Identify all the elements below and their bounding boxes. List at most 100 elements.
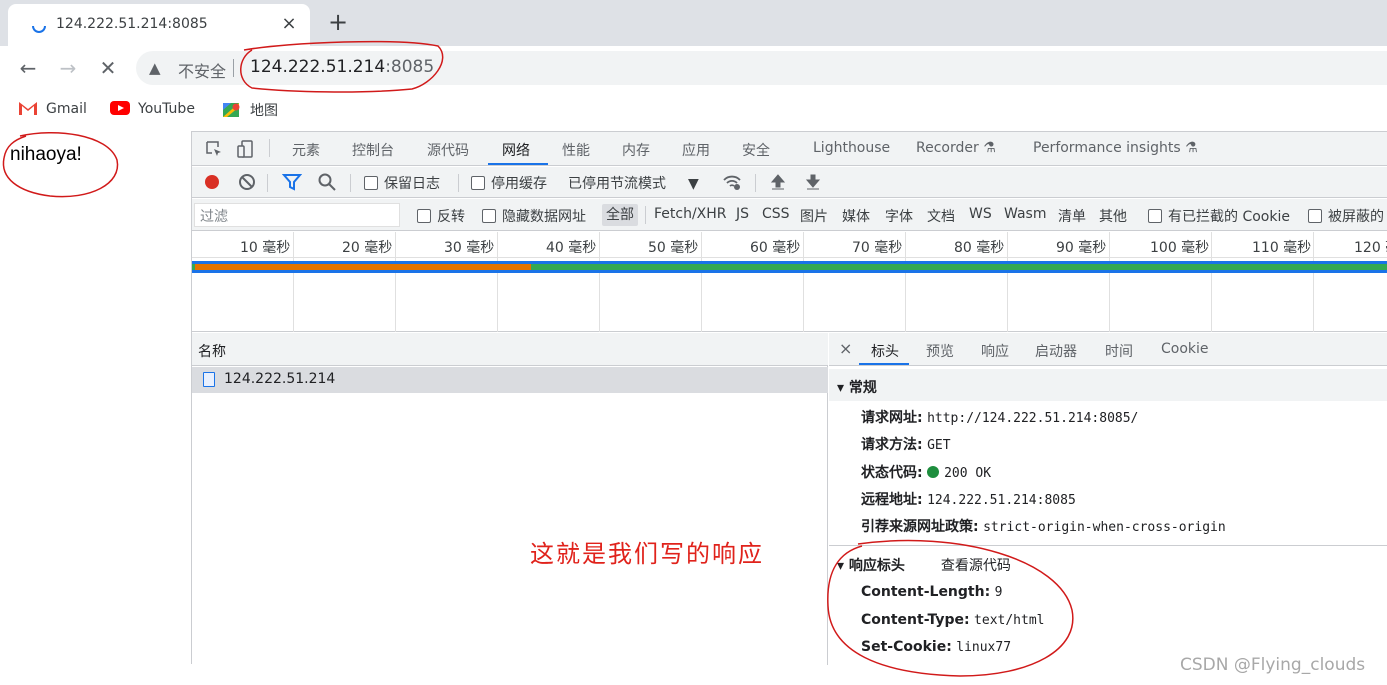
stop-button[interactable]: ✕ — [94, 54, 122, 82]
filter-icon[interactable] — [282, 172, 302, 192]
import-har-icon[interactable] — [768, 172, 788, 192]
tab-cookies[interactable]: Cookie — [1161, 341, 1209, 357]
new-tab-button[interactable]: + — [325, 9, 351, 35]
filter-type-media[interactable]: 媒体 — [842, 206, 870, 226]
export-har-icon[interactable] — [803, 172, 823, 192]
blocked-cookies-checkbox[interactable]: 有已拦截的 Cookie — [1148, 206, 1290, 226]
chevron-down-icon: ▼ — [688, 176, 699, 192]
tab-performance[interactable]: 性能 — [562, 140, 590, 160]
tab-preview[interactable]: 预览 — [926, 341, 954, 361]
record-icon[interactable] — [202, 172, 222, 192]
timeline-gridline — [701, 232, 702, 332]
tab-response[interactable]: 响应 — [981, 341, 1009, 361]
filter-type-other[interactable]: 其他 — [1099, 206, 1127, 226]
disable-cache-label: 停用缓存 — [491, 176, 547, 192]
network-conditions-icon[interactable] — [722, 172, 742, 192]
bookmarks-bar: Gmail YouTube 地图 — [0, 90, 1387, 128]
search-icon[interactable] — [317, 172, 337, 192]
tab-sources[interactable]: 源代码 — [427, 140, 469, 160]
inspect-element-icon[interactable] — [204, 139, 224, 159]
checkbox-box — [364, 176, 378, 190]
checkbox-box — [482, 209, 496, 223]
bookmark-gmail[interactable]: Gmail — [18, 100, 87, 117]
status-row: 状态代码: 200 OK — [861, 462, 991, 482]
browser-toolbar: ← → ✕ ▲ 不安全 124.222.51.214:8085 — [0, 46, 1387, 90]
url-host: 124.222.51.214 — [250, 57, 386, 77]
tab-console[interactable]: 控制台 — [352, 140, 394, 160]
throttling-select[interactable]: 已停用节流模式 ▼ — [568, 173, 699, 193]
timeline-header: 10 毫秒 20 毫秒 30 毫秒 40 毫秒 50 毫秒 60 毫秒 70 毫… — [192, 232, 1387, 258]
timeline-label: 30 毫秒 — [444, 240, 495, 256]
response-headers-title: 响应标头 — [848, 558, 905, 574]
timeline-label: 80 毫秒 — [954, 240, 1005, 256]
bookmark-label: Gmail — [46, 101, 87, 117]
invert-label: 反转 — [437, 209, 465, 225]
warning-icon[interactable]: ▲ — [149, 59, 161, 77]
filter-type-ws[interactable]: WS — [969, 206, 992, 222]
method-row: 请求方法: GET — [861, 434, 951, 454]
tab-recorder[interactable]: Recorder ⚗ — [916, 140, 996, 156]
general-section-header[interactable]: ▾ 常规 — [829, 369, 1387, 401]
address-bar[interactable]: ▲ 不安全 124.222.51.214:8085 — [136, 51, 1387, 85]
response-headers-section-header[interactable]: ▾ 响应标头 查看源代码 — [829, 547, 1387, 579]
tab-memory[interactable]: 内存 — [622, 140, 650, 160]
filter-type-js[interactable]: JS — [736, 206, 749, 222]
header-row: Set-Cookie: linux77 — [861, 639, 1011, 655]
tab-security[interactable]: 安全 — [742, 140, 770, 160]
preserve-log-checkbox[interactable]: 保留日志 — [364, 173, 440, 193]
tab-title: 124.222.51.214:8085 — [56, 16, 208, 32]
url-text[interactable]: 124.222.51.214:8085 — [250, 57, 434, 77]
checkbox-box — [1148, 209, 1162, 223]
bookmark-youtube[interactable]: YouTube — [110, 100, 195, 117]
bookmark-maps[interactable]: 地图 — [222, 100, 278, 120]
header-row: Content-Type: text/html — [861, 612, 1045, 628]
general-title: 常规 — [848, 380, 877, 396]
tab-application[interactable]: 应用 — [682, 140, 710, 160]
filter-type-all[interactable]: 全部 — [602, 204, 638, 226]
tab-recorder-label: Recorder — [916, 140, 979, 156]
view-source-link[interactable]: 查看源代码 — [941, 558, 1011, 574]
invert-checkbox[interactable]: 反转 — [417, 206, 465, 226]
disable-cache-checkbox[interactable]: 停用缓存 — [471, 173, 547, 193]
tab-initiator[interactable]: 启动器 — [1035, 341, 1077, 361]
filter-input[interactable]: 过滤 — [194, 203, 400, 227]
filter-type-css[interactable]: CSS — [762, 206, 790, 222]
referrer-policy-row: 引荐来源网址政策: strict-origin-when-cross-origi… — [861, 516, 1226, 536]
tab-performance-insights[interactable]: Performance insights ⚗ — [1033, 140, 1198, 156]
filter-type-img[interactable]: 图片 — [800, 206, 828, 226]
blocked-requests-checkbox[interactable]: 被屏蔽的 — [1308, 206, 1384, 226]
filter-type-font[interactable]: 字体 — [885, 206, 913, 226]
preserve-log-label: 保留日志 — [384, 176, 440, 192]
toolbar-separator — [458, 174, 459, 192]
hide-data-urls-checkbox[interactable]: 隐藏数据网址 — [482, 206, 586, 226]
close-detail-icon[interactable]: × — [839, 339, 852, 358]
tab-network[interactable]: 网络 — [502, 140, 530, 160]
tab-elements[interactable]: 元素 — [292, 140, 320, 160]
network-overview-timeline[interactable]: 10 毫秒 20 毫秒 30 毫秒 40 毫秒 50 毫秒 60 毫秒 70 毫… — [192, 232, 1387, 332]
tab-close-icon[interactable]: × — [278, 13, 300, 35]
filter-type-fetch-xhr[interactable]: Fetch/XHR — [654, 206, 727, 222]
filter-type-manifest[interactable]: 清单 — [1058, 206, 1086, 226]
method-label: 请求方法: — [861, 437, 923, 453]
clear-icon[interactable] — [237, 172, 257, 192]
tab-separator — [269, 139, 270, 157]
request-url-row: 请求网址: http://124.222.51.214:8085/ — [861, 407, 1138, 427]
loading-spinner-icon — [32, 25, 46, 33]
request-list-header[interactable]: 名称 — [192, 333, 828, 366]
checkbox-box — [471, 176, 485, 190]
device-toolbar-icon[interactable] — [236, 139, 256, 159]
tab-lighthouse[interactable]: Lighthouse — [813, 140, 890, 156]
security-label[interactable]: 不安全 — [178, 58, 226, 82]
table-row[interactable]: 124.222.51.214 — [192, 367, 828, 393]
youtube-icon — [110, 101, 130, 115]
header-name: Set-Cookie: — [861, 639, 952, 655]
filter-type-wasm[interactable]: Wasm — [1004, 206, 1046, 222]
throttling-label: 已停用节流模式 — [568, 176, 666, 192]
filter-type-doc[interactable]: 文档 — [927, 206, 955, 226]
tab-headers[interactable]: 标头 — [871, 341, 899, 361]
back-button[interactable]: ← — [14, 54, 42, 82]
forward-button[interactable]: → — [54, 54, 82, 82]
tab-timing[interactable]: 时间 — [1105, 341, 1133, 361]
browser-tab[interactable]: 124.222.51.214:8085 × — [8, 4, 310, 46]
document-icon — [203, 372, 215, 387]
